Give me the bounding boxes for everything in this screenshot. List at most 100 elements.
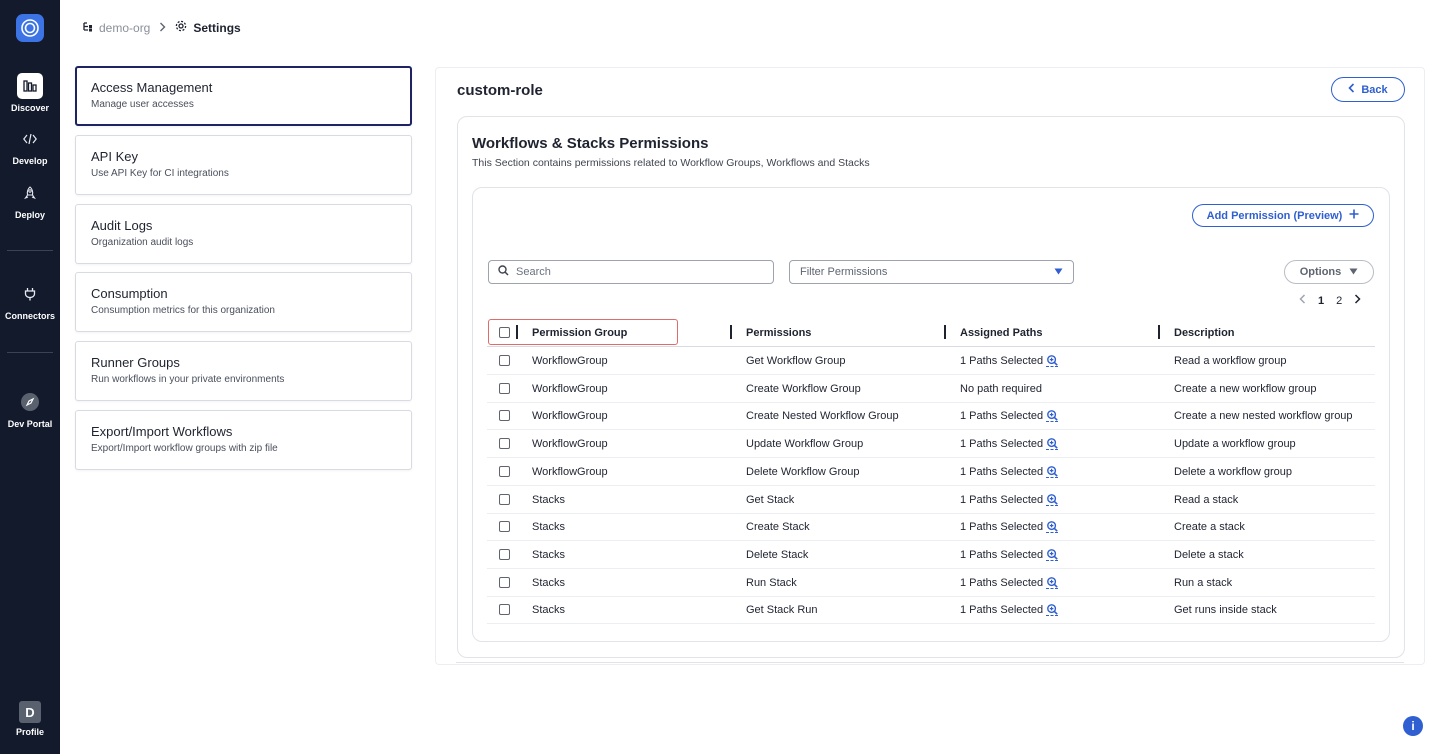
column-divider (1158, 325, 1160, 339)
table-row[interactable]: Stacks Get Stack 1 Paths Selected Read a st… (487, 486, 1375, 514)
zoom-in-icon[interactable] (1046, 355, 1059, 367)
back-button[interactable]: Back (1331, 77, 1405, 102)
zoom-in-icon[interactable] (1046, 576, 1059, 589)
nav-item-label: Develop (12, 156, 48, 166)
zoom-in-icon[interactable] (1046, 604, 1059, 617)
table-row[interactable]: WorkflowGroup Delete Workflow Group 1 Path… (487, 458, 1375, 486)
zoom-in-icon[interactable] (1046, 438, 1059, 451)
add-permission-button[interactable]: Add Permission (Preview) (1192, 204, 1374, 227)
menu-item-title: Access Management (91, 80, 213, 95)
gear-icon (175, 20, 187, 35)
info-icon[interactable]: i (1403, 716, 1423, 736)
zoom-in-icon[interactable] (1046, 493, 1059, 506)
role-panel: custom-role Back Workflows & Stacks Perm… (435, 67, 1425, 665)
plug-icon (17, 281, 43, 307)
zoom-in-icon[interactable] (1046, 521, 1059, 534)
row-checkbox[interactable] (499, 465, 510, 477)
cell-description: Read a workflow group (1174, 355, 1287, 367)
permissions-table-card: Add Permission (Preview) Filter Permissi… (472, 187, 1390, 642)
row-checkbox[interactable] (499, 521, 510, 533)
nav-item-profile[interactable]: D Profile (0, 701, 60, 737)
table-row[interactable]: Stacks Create Stack 1 Paths Selected Create… (487, 513, 1375, 542)
zoom-in-icon[interactable] (1046, 465, 1059, 478)
breadcrumb-current: Settings (193, 20, 241, 35)
table-row[interactable]: Stacks Run Stack 1 Paths Selected Run a sta… (487, 569, 1375, 597)
cell-description: Get runs inside stack (1174, 604, 1277, 617)
column-header-assigned-paths[interactable]: Assigned Paths (960, 327, 1043, 339)
assigned-paths-text: 1 Paths Selected (960, 438, 1044, 451)
table-row[interactable]: WorkflowGroup Create Nested Workflow Grou… (487, 402, 1375, 431)
nav-item-connectors[interactable]: Connectors (0, 281, 60, 321)
page-title: custom-role (457, 82, 543, 99)
next-section-edge (456, 662, 1404, 665)
settings-menu-consumption[interactable]: Consumption Consumption metrics for this… (75, 272, 412, 332)
nav-item-dev-portal[interactable]: Dev Portal (0, 389, 60, 429)
settings-menu-runner-groups[interactable]: Runner Groups Run workflows in your priv… (75, 341, 412, 401)
avatar: D (19, 701, 41, 723)
page-button[interactable]: 2 (1336, 295, 1342, 307)
cell-permission-group: WorkflowGroup (532, 465, 608, 478)
breadcrumb-org-link[interactable]: demo-org (99, 21, 150, 35)
cell-assigned-paths: 1 Paths Selected (960, 410, 1059, 423)
menu-item-subtitle: Use API Key for CI integrations (91, 168, 229, 179)
cell-description: Read a stack (1174, 493, 1239, 506)
section-description: This Section contains permissions relate… (472, 157, 870, 169)
pagination: 1 2 (1299, 294, 1361, 307)
nav-item-discover[interactable]: Discover (0, 73, 60, 113)
cell-permission: Update Workflow Group (746, 438, 864, 451)
settings-menu-audit-logs[interactable]: Audit Logs Organization audit logs (75, 204, 412, 264)
column-header-description[interactable]: Description (1174, 327, 1235, 339)
zoom-in-icon[interactable] (1046, 410, 1059, 423)
table-row[interactable]: WorkflowGroup Update Workflow Group 1 Path… (487, 430, 1375, 459)
row-checkbox[interactable] (499, 493, 510, 505)
column-header-permission-group[interactable]: Permission Group (532, 327, 627, 339)
cell-permission: Get Workflow Group (746, 355, 846, 367)
chevron-left-icon[interactable] (1299, 294, 1306, 307)
nav-item-label: Dev Portal (7, 419, 53, 429)
search-input[interactable] (516, 266, 756, 278)
assigned-paths-text: 1 Paths Selected (960, 604, 1044, 617)
cell-permission: Run Stack (746, 576, 797, 589)
table-row[interactable]: Stacks Delete Stack 1 Paths Selected Delete… (487, 541, 1375, 569)
section-title: Workflows & Stacks Permissions (472, 135, 709, 152)
menu-item-title: Runner Groups (91, 355, 180, 370)
column-divider (516, 325, 518, 339)
row-checkbox[interactable] (499, 604, 510, 616)
menu-item-subtitle: Manage user accesses (91, 99, 194, 110)
zoom-in-icon[interactable] (1046, 548, 1059, 561)
search-field[interactable] (488, 260, 774, 284)
table-row[interactable]: WorkflowGroup Create Workflow Group No pat… (487, 375, 1375, 403)
row-checkbox[interactable] (499, 410, 510, 422)
select-all-checkbox[interactable] (499, 327, 510, 338)
app-logo[interactable] (16, 14, 44, 42)
info-button-glyph: i (1411, 719, 1415, 733)
cell-permission: Create Nested Workflow Group (746, 410, 899, 423)
table-row[interactable]: WorkflowGroup Get Workflow Group 1 Paths S… (487, 347, 1375, 375)
column-header-permissions[interactable]: Permissions (746, 327, 811, 339)
table-row[interactable]: Stacks Get Stack Run 1 Paths Selected Get r… (487, 596, 1375, 625)
nav-item-label: Profile (15, 727, 44, 737)
row-checkbox[interactable] (499, 382, 510, 394)
nav-item-develop[interactable]: Develop (0, 126, 60, 166)
settings-menu-export-import[interactable]: Export/Import Workflows Export/Import wo… (75, 410, 412, 470)
options-button[interactable]: Options (1284, 260, 1374, 284)
assigned-paths-text: 1 Paths Selected (960, 493, 1044, 506)
assigned-paths-text: 1 Paths Selected (960, 355, 1044, 367)
nav-item-deploy[interactable]: Deploy (0, 180, 60, 220)
row-checkbox[interactable] (499, 576, 510, 588)
settings-menu-api-key[interactable]: API Key Use API Key for CI integrations (75, 135, 412, 195)
chevron-right-icon (159, 20, 166, 35)
row-checkbox[interactable] (499, 548, 510, 560)
cell-permission-group: WorkflowGroup (532, 355, 608, 367)
search-icon (498, 263, 509, 281)
settings-menu-access-management[interactable]: Access Management Manage user accesses (75, 66, 412, 126)
chevron-right-icon[interactable] (1354, 294, 1361, 307)
page-button[interactable]: 1 (1318, 295, 1324, 307)
nav-item-label: Deploy (14, 210, 45, 220)
nav-item-label: Discover (10, 103, 50, 113)
cell-assigned-paths: No path required (960, 383, 1042, 395)
menu-item-title: API Key (91, 149, 138, 164)
filter-permissions-select[interactable]: Filter Permissions (789, 260, 1074, 284)
row-checkbox[interactable] (499, 438, 510, 450)
row-checkbox[interactable] (499, 355, 510, 366)
